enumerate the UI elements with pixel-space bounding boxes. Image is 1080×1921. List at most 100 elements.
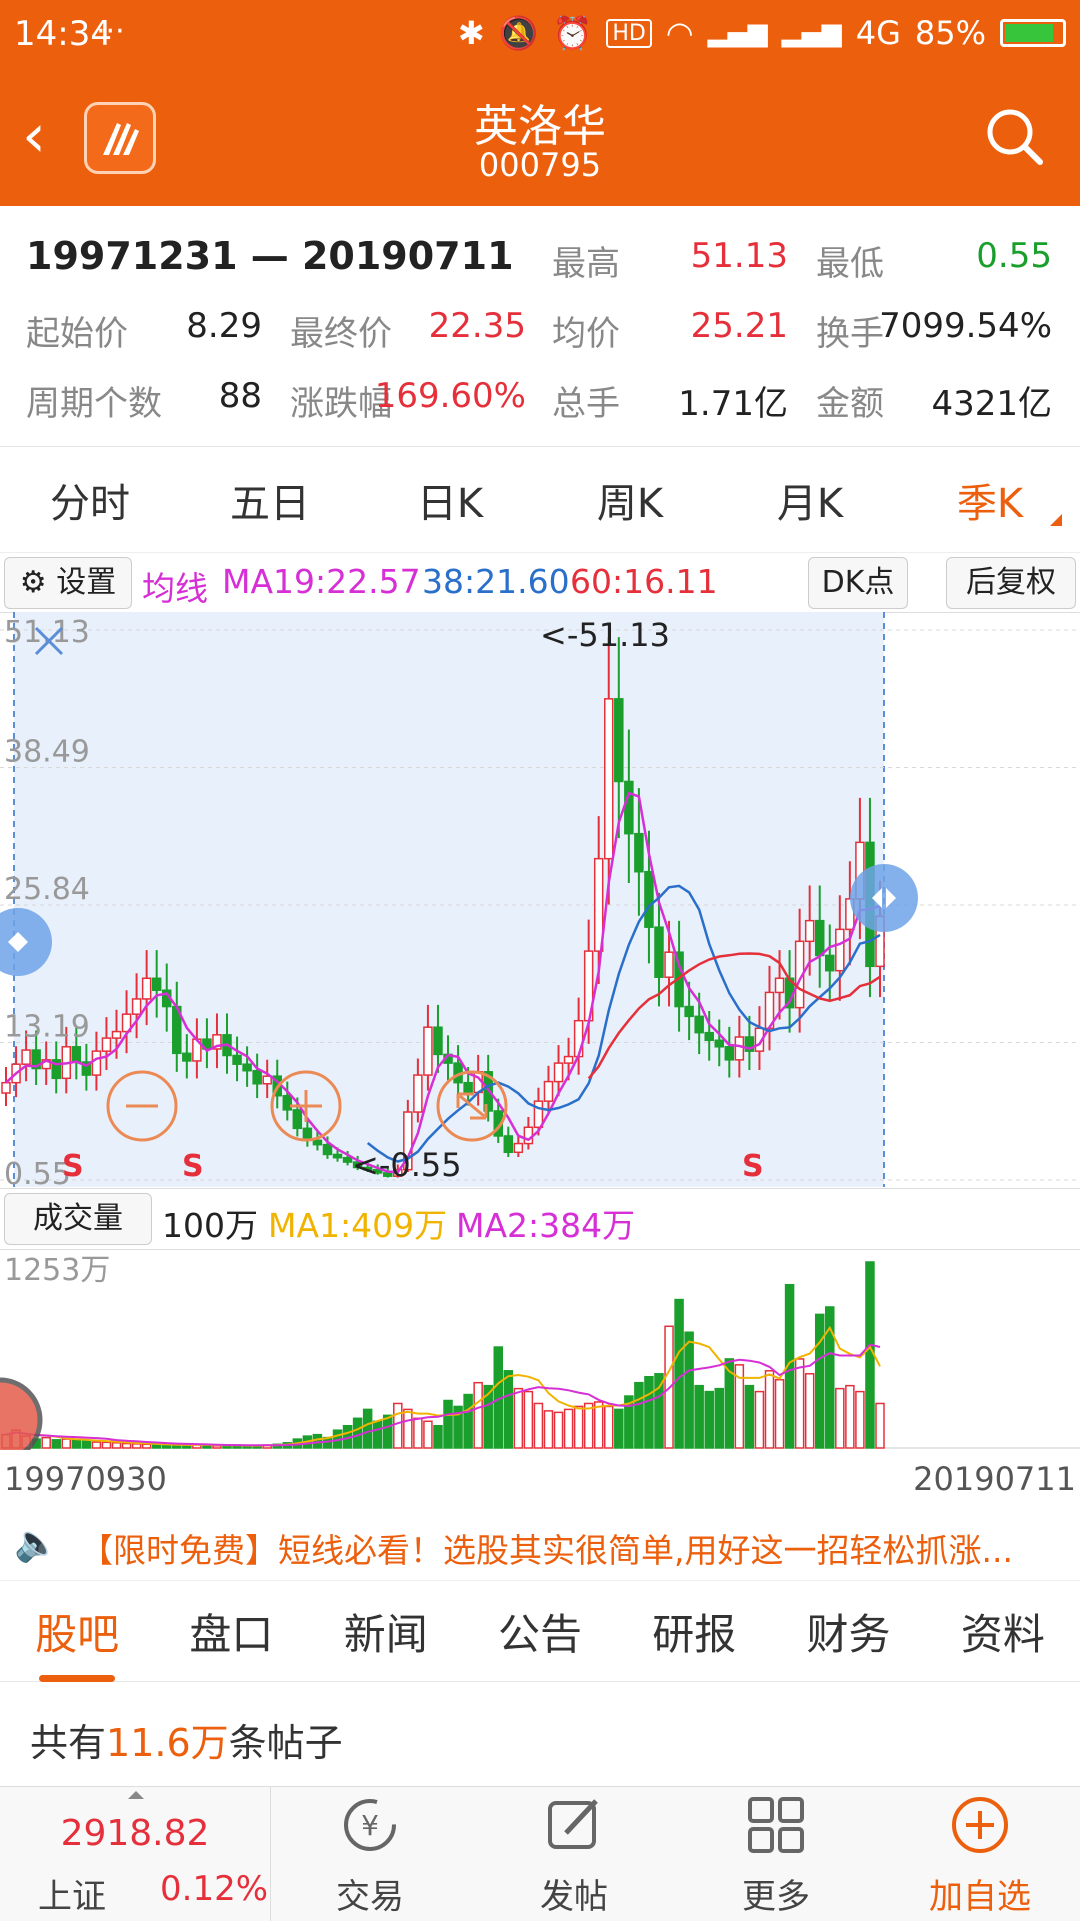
candle-body — [644, 870, 654, 928]
ad-text: 【限时免费】短线必看！选股其实很简单,用好这一招轻松抓涨... — [80, 1531, 1013, 1570]
tab-announcements[interactable]: 公告 — [498, 1601, 582, 1662]
volume-bar — [523, 1390, 534, 1449]
volume-y-top: 1253万 — [4, 1253, 110, 1288]
volume-bar — [473, 1381, 483, 1449]
volume-bar — [61, 1438, 72, 1449]
sell-mark: S — [62, 1149, 84, 1184]
candle-body — [604, 698, 614, 860]
float-ball-icon[interactable] — [0, 1377, 43, 1450]
add-watchlist-label: 加自选 — [929, 1877, 1031, 1917]
tab-orderbook[interactable]: 盘口 — [189, 1601, 273, 1662]
volume-bar — [865, 1261, 875, 1449]
tab-forum[interactable]: 股吧 — [35, 1601, 119, 1682]
max-annotation: <-51.13 — [540, 616, 670, 654]
volume-bar — [151, 1444, 162, 1449]
sell-mark: S — [742, 1149, 764, 1184]
change-value: 169.60% — [374, 376, 526, 416]
alarm-icon: ⏰ — [552, 14, 593, 52]
bottom-bar: 2918.82 上证 0.12% ¥ 交易 发帖 更多 加自选 — [0, 1786, 1080, 1921]
tab-research[interactable]: 研报 — [652, 1601, 736, 1662]
volume-bar — [573, 1405, 584, 1449]
more-button[interactable]: 更多 — [696, 1787, 856, 1921]
volume-bar — [382, 1414, 393, 1449]
tab-news[interactable]: 新闻 — [344, 1601, 428, 1662]
posts-suffix: 条帖子 — [228, 1721, 343, 1765]
ad-banner[interactable]: 🔈 【限时免费】短线必看！选股其实很简单,用好这一招轻松抓涨... — [0, 1514, 1080, 1574]
bluetooth-icon: ✱ — [457, 14, 485, 52]
volume-bar — [533, 1402, 544, 1449]
mute-icon: 🔕 — [498, 14, 539, 52]
candle-body — [714, 1039, 725, 1048]
close-label: 最终价 — [290, 314, 392, 354]
volume-bar — [774, 1378, 785, 1449]
candle-body — [704, 1031, 714, 1042]
periods-value: 88 — [218, 376, 262, 416]
volume-bar — [644, 1375, 654, 1449]
tab-minute[interactable]: 分时 — [0, 471, 180, 529]
volume-button[interactable]: 成交量 — [4, 1193, 152, 1245]
dk-button[interactable]: DK点 — [808, 557, 908, 609]
y-tick-label: 0.55 — [4, 1157, 71, 1187]
tab-five-day[interactable]: 五日 — [180, 471, 360, 529]
right-drag-handle-icon[interactable] — [850, 864, 918, 932]
battery-icon — [1000, 19, 1066, 47]
ma19-value: MA19:22.57 — [222, 562, 421, 601]
posts-count-line: 共有11.6万条帖子 — [30, 1712, 343, 1767]
tab-monthly-k[interactable]: 月K — [720, 471, 900, 529]
candle-body — [835, 928, 845, 972]
turnover-value: 7099.54% — [879, 306, 1052, 346]
wifi-icon: ◠ — [665, 14, 694, 52]
candle-body — [724, 1046, 735, 1061]
candle-body — [242, 1063, 252, 1072]
candle-body — [1, 1081, 11, 1094]
post-button[interactable]: 发帖 — [494, 1787, 654, 1921]
candlestick-chart[interactable]: 51.13 38.49 25.84 13.19 0.55 <-51.13 <-0… — [0, 612, 1080, 1187]
candle-body — [433, 1026, 443, 1056]
nav-bar: ‹ 英洛华 000795 — [0, 76, 1080, 206]
posts-count: 11.6万 — [106, 1721, 229, 1765]
candle-body — [21, 1049, 31, 1065]
trade-button[interactable]: ¥ 交易 — [290, 1787, 450, 1921]
candle-body — [654, 926, 664, 978]
amount-value: 4321亿 — [931, 384, 1052, 424]
volume-bar — [121, 1442, 132, 1449]
candle-body — [624, 780, 634, 835]
add-watchlist-button[interactable]: 加自选 — [900, 1787, 1060, 1921]
avg-label: 均价 — [552, 314, 620, 354]
candle-body — [774, 977, 785, 994]
volume-bar — [583, 1402, 594, 1449]
adjust-button[interactable]: 后复权 — [946, 557, 1076, 609]
period-tabs: 分时 五日 日K 周K 月K 季K — [0, 448, 1080, 553]
candle-body — [503, 1135, 514, 1154]
dropdown-corner-icon — [1050, 514, 1062, 526]
candle-body — [232, 1054, 242, 1065]
tab-daily-k[interactable]: 日K — [360, 471, 540, 529]
tab-weekly-k[interactable]: 周K — [540, 471, 720, 529]
candle-body — [734, 1036, 745, 1061]
candle-body — [131, 998, 142, 1015]
volume-unit: 100万 — [162, 1206, 258, 1245]
expand-up-icon — [128, 1791, 144, 1799]
volume-bar — [754, 1390, 765, 1449]
candle-body — [151, 977, 162, 992]
date-range: 19971231 — 20190711 — [26, 234, 514, 278]
index-widget[interactable]: 2918.82 上证 0.12% — [0, 1787, 271, 1921]
high-value: 51.13 — [690, 236, 788, 276]
volume-bar — [634, 1381, 644, 1449]
candle-body — [71, 1046, 82, 1063]
settings-button[interactable]: ⚙ 设置 — [4, 557, 132, 609]
candle-body — [804, 919, 815, 943]
tab-profile[interactable]: 资料 — [961, 1601, 1045, 1662]
candle-body — [252, 1069, 262, 1085]
volume-bar — [714, 1387, 725, 1449]
volume-bar — [804, 1373, 815, 1449]
volume-bar — [845, 1384, 855, 1449]
y-tick-label: 38.49 — [4, 734, 90, 769]
candle-body — [814, 919, 825, 957]
search-icon[interactable] — [982, 104, 1046, 168]
candle-body — [322, 1143, 333, 1156]
ma38-value: 38:21.60 — [422, 562, 570, 601]
volume-bar — [563, 1408, 574, 1449]
tab-finance[interactable]: 财务 — [807, 1601, 891, 1662]
volume-chart[interactable]: 1253万 — [0, 1250, 1080, 1450]
